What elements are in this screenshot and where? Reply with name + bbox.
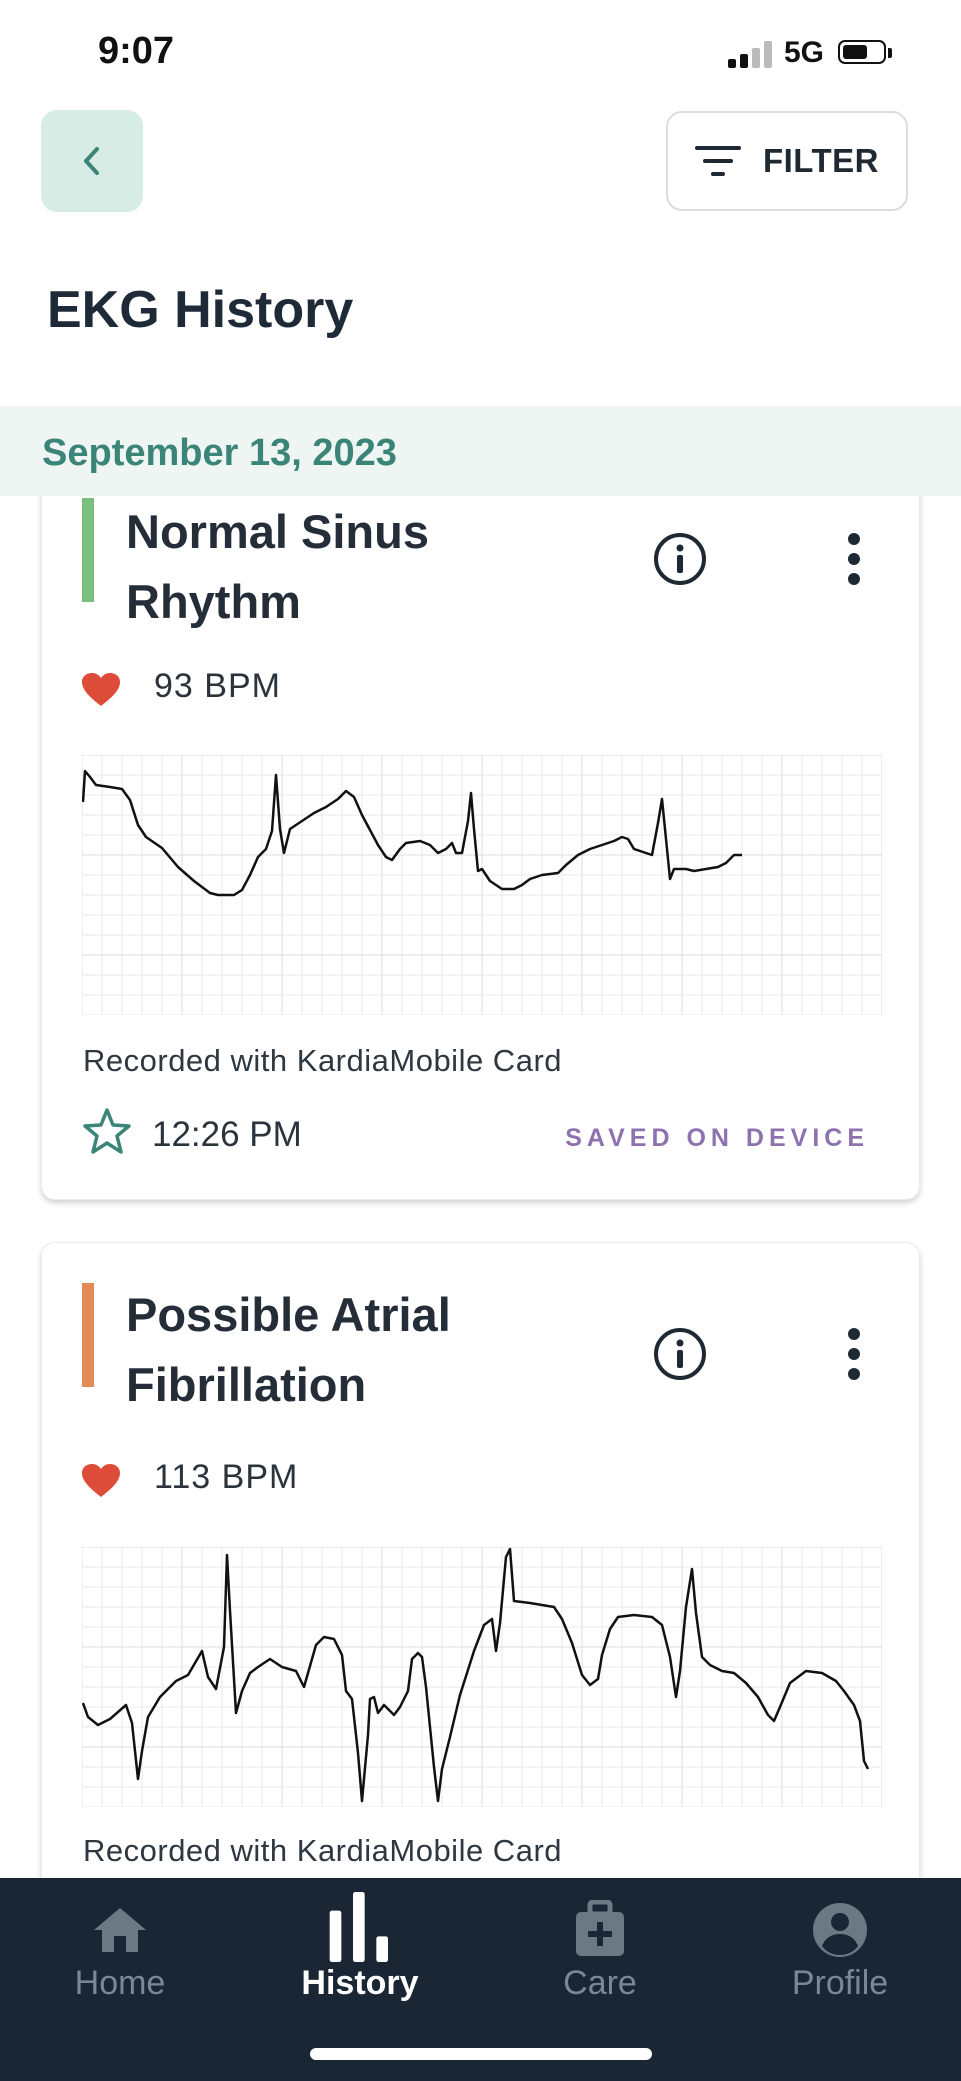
status-bar: 9:07 5G — [0, 0, 961, 100]
page-title: EKG History — [47, 281, 354, 339]
battery-icon — [838, 40, 894, 66]
more-options-icon[interactable] — [842, 531, 866, 587]
rhythm-result-title: Possible Atrial Fibrillation — [126, 1288, 451, 1411]
heart-rate: 93 BPM — [154, 667, 281, 705]
home-icon — [94, 1908, 146, 1952]
filter-label: FILTER — [762, 142, 880, 179]
chevron-left-icon — [84, 147, 99, 175]
date-group-header: September 13, 2023 — [0, 406, 961, 496]
device-label: Recorded with KardiaMobile Card — [83, 1833, 563, 1868]
recording-time: 12:26 PM — [152, 1115, 302, 1154]
info-icon[interactable] — [652, 531, 708, 587]
tab-profile[interactable]: Profile — [720, 1878, 960, 2018]
ekg-card[interactable]: Possible Atrial Fibrillation 113 BPM Rec… — [41, 1242, 920, 1942]
tab-label: History — [301, 1964, 419, 2002]
network-label: 5G — [784, 36, 825, 69]
ekg-strip — [82, 1547, 882, 1807]
ekg-card[interactable]: Normal Sinus Rhythm 93 BPM Recorded with… — [41, 470, 920, 1200]
rhythm-accent-bar — [82, 498, 94, 602]
rhythm-accent-bar — [82, 1283, 94, 1387]
ekg-strip — [82, 755, 882, 1015]
medical-bag-icon — [576, 1900, 624, 1956]
favorite-star-icon[interactable] — [82, 1107, 132, 1155]
saved-status: SAVED ON DEVICE — [565, 1124, 869, 1152]
tab-label: Profile — [791, 1964, 889, 2002]
heart-icon — [82, 1464, 120, 1497]
more-options-icon[interactable] — [842, 1326, 866, 1382]
status-time: 9:07 — [98, 30, 175, 72]
ekg-grid — [82, 1547, 882, 1807]
back-button[interactable] — [41, 110, 143, 212]
tab-history[interactable]: History — [240, 1878, 480, 2018]
filter-button[interactable]: FILTER — [666, 111, 908, 211]
signal-icon — [728, 40, 772, 68]
tab-label: Home — [74, 1964, 166, 2002]
home-indicator — [310, 2048, 652, 2060]
tab-label: Care — [563, 1964, 637, 2002]
ekg-grid — [82, 755, 882, 1015]
info-icon[interactable] — [652, 1326, 708, 1382]
bar-chart-icon — [329, 1892, 388, 1962]
device-label: Recorded with KardiaMobile Card — [83, 1043, 563, 1078]
rhythm-result-title: Normal Sinus Rhythm — [126, 505, 429, 628]
filter-lines-icon — [694, 146, 741, 176]
tab-home[interactable]: Home — [0, 1878, 240, 2018]
heart-icon — [82, 673, 120, 706]
tab-care[interactable]: Care — [480, 1878, 720, 2018]
date-label: September 13, 2023 — [42, 432, 397, 474]
heart-rate: 113 BPM — [154, 1458, 299, 1496]
profile-icon — [813, 1903, 867, 1957]
